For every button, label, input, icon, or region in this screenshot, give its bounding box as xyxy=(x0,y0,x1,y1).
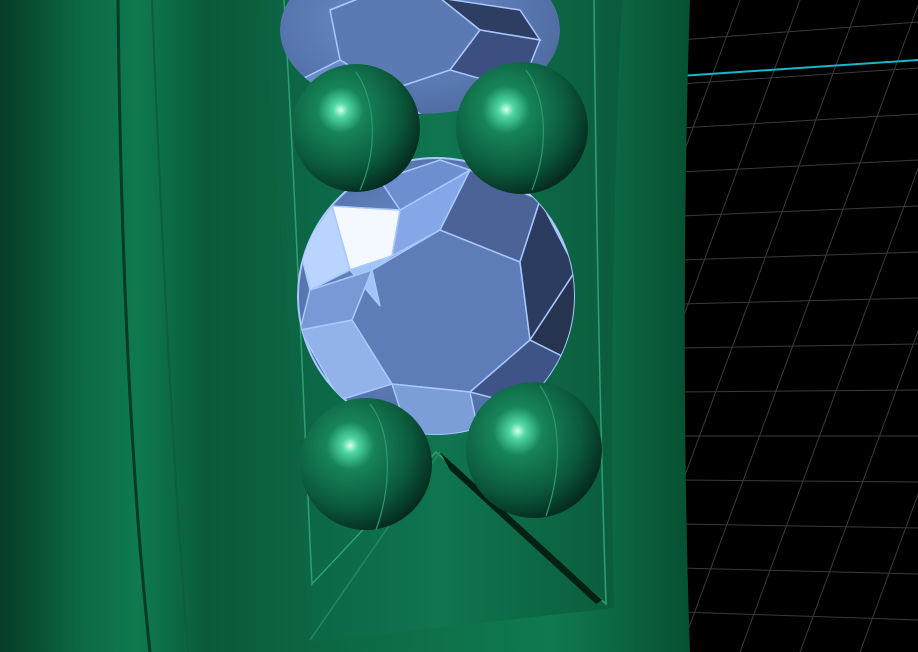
prong-bead-1[interactable] xyxy=(292,64,420,192)
viewport-canvas[interactable] xyxy=(0,0,918,652)
grid-line xyxy=(679,113,918,129)
grid-line xyxy=(679,67,918,85)
grid-line xyxy=(679,251,918,261)
grid-line xyxy=(679,297,918,305)
x-axis-line xyxy=(679,59,918,77)
grid-line xyxy=(679,205,918,217)
grid-line xyxy=(679,21,918,41)
grid-line xyxy=(799,329,918,652)
grid-line xyxy=(679,343,918,349)
grid-line xyxy=(739,166,918,652)
grid-line xyxy=(679,567,918,575)
grid-line xyxy=(859,492,918,652)
grid-line xyxy=(679,611,918,621)
grid-line xyxy=(679,523,918,529)
3d-viewport[interactable] xyxy=(0,0,918,652)
prong-bead-4[interactable] xyxy=(466,382,602,518)
prong-bead-3[interactable] xyxy=(300,398,432,531)
grid-line xyxy=(679,3,918,652)
grid-line xyxy=(679,479,918,483)
prong-bead-2[interactable] xyxy=(456,62,588,194)
